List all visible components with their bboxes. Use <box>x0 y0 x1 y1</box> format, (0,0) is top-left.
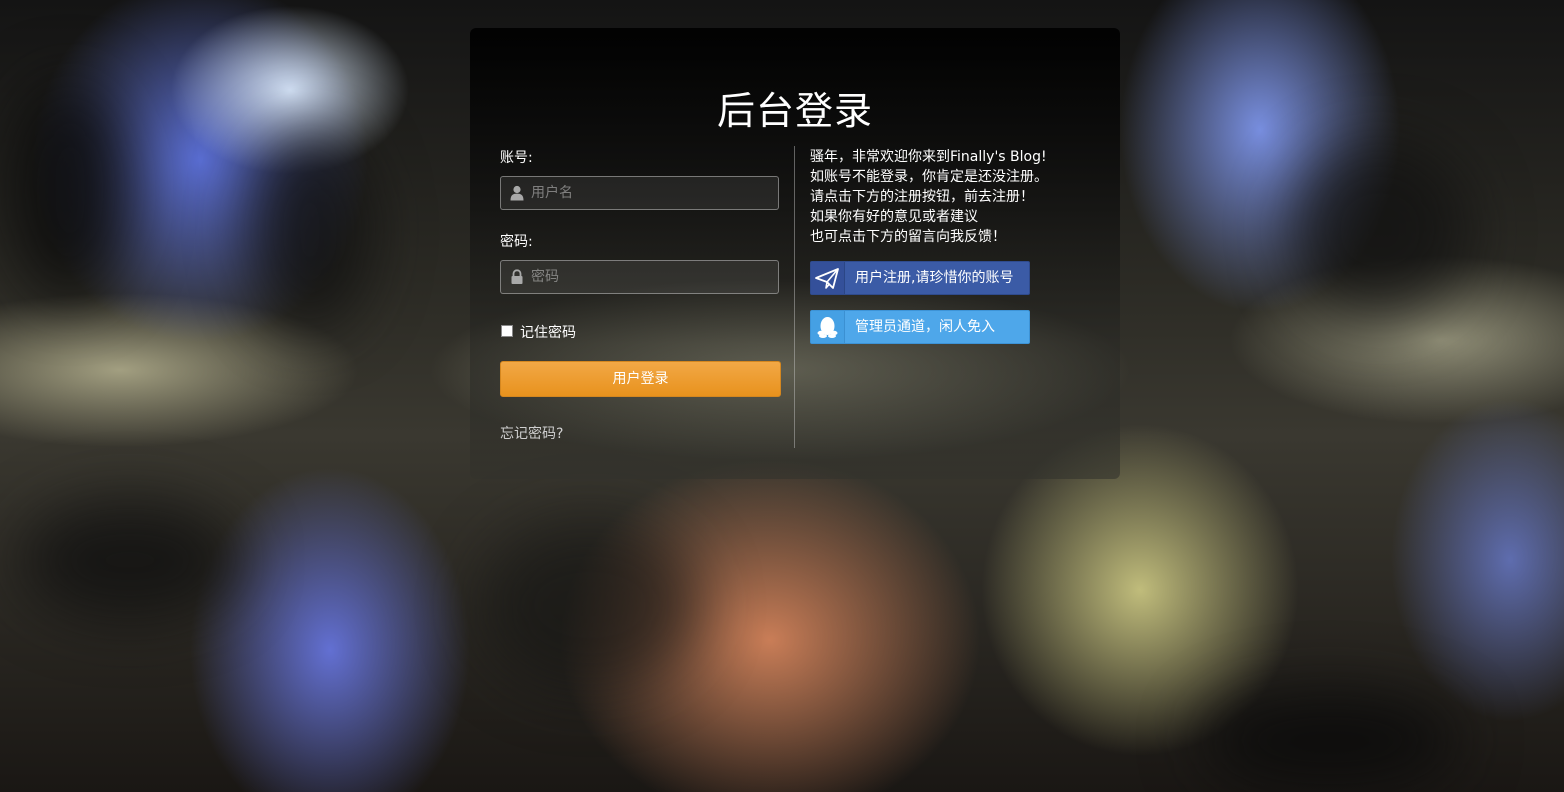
username-field <box>500 176 779 210</box>
welcome-line: 如果你有好的意见或者建议 <box>810 209 978 225</box>
page-title: 后台登录 <box>716 89 873 133</box>
divider <box>794 146 795 448</box>
welcome-line: 骚年，非常欢迎你来到Finally's Blog! <box>810 149 1047 165</box>
forgot-password-link[interactable]: 忘记密码? <box>500 423 563 443</box>
welcome-line: 请点击下方的注册按钮，前去注册！ <box>810 189 1034 205</box>
remember-label: 记住密码 <box>520 325 576 341</box>
user-icon <box>510 185 524 201</box>
lock-icon <box>511 269 523 284</box>
welcome-text: 骚年，非常欢迎你来到Finally's Blog! 如账号不能登录，你肯定是还没… <box>810 147 1048 247</box>
password-label: 密码: <box>500 234 533 250</box>
admin-button[interactable]: 管理员通道，闲人免入 <box>810 310 1030 344</box>
username-input[interactable] <box>531 177 771 209</box>
welcome-line: 也可点击下方的留言向我反馈！ <box>810 229 1006 245</box>
admin-icon-box <box>811 311 845 343</box>
login-button[interactable]: 用户登录 <box>500 361 781 397</box>
register-button-label: 用户注册,请珍惜你的账号 <box>855 270 1014 286</box>
register-icon-box <box>811 262 845 294</box>
remember-checkbox[interactable] <box>501 325 513 337</box>
welcome-line: 如账号不能登录，你肯定是还没注册。 <box>810 169 1048 185</box>
register-button[interactable]: 用户注册,请珍惜你的账号 <box>810 261 1030 295</box>
login-panel: 后台登录 账号: 密码: 记住密码 用户登录 忘记密码? 骚年，非 <box>470 28 1120 479</box>
paper-plane-icon <box>815 268 839 289</box>
password-field <box>500 260 779 294</box>
password-input[interactable] <box>531 261 771 293</box>
admin-button-label: 管理员通道，闲人免入 <box>855 319 995 335</box>
account-label: 账号: <box>500 150 533 166</box>
qq-penguin-icon <box>817 317 838 338</box>
